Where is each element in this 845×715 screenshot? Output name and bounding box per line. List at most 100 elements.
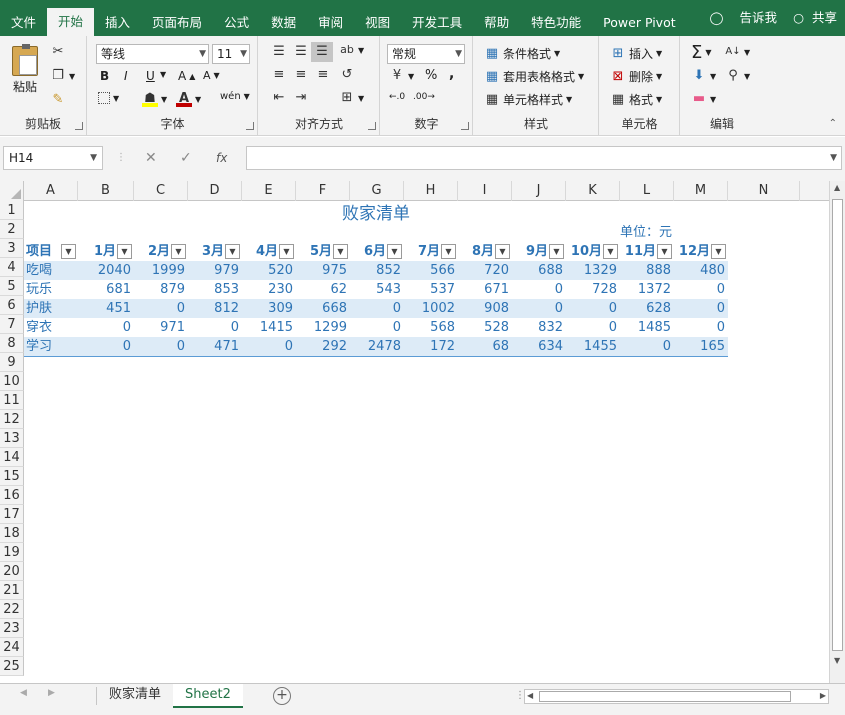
tab-formulas[interactable]: 公式 [213, 0, 260, 36]
table-cell[interactable]: 0 [78, 337, 134, 356]
filter-dropdown-icon[interactable]: ▼ [441, 244, 456, 259]
italic-button[interactable]: I [124, 69, 128, 83]
paste-button[interactable]: 粘贴 [8, 44, 42, 95]
table-cell[interactable]: 2040 [78, 261, 134, 280]
clipboard-launcher[interactable] [75, 122, 83, 130]
row-header[interactable]: 8 [0, 334, 24, 353]
align-center-button[interactable]: ≡ [293, 67, 309, 83]
fill-color-button[interactable]: ☗ ▼ [142, 91, 167, 107]
tell-me-box[interactable]: 告诉我 [732, 0, 786, 41]
column-header[interactable]: D [188, 181, 242, 201]
table-cell[interactable]: 0 [134, 299, 188, 318]
font-launcher[interactable] [246, 122, 254, 130]
align-middle-button[interactable]: ☰ [293, 44, 309, 60]
table-cell[interactable]: 68 [458, 337, 512, 356]
filter-dropdown-icon[interactable]: ▼ [711, 244, 726, 259]
worksheet-grid[interactable]: ABCDEFGHIJKLMN 1 2 3 4 5 6 7 8 9 10 11 12 13 14 15 16 17… [0, 181, 845, 683]
column-header[interactable]: F [296, 181, 350, 201]
tab-help[interactable]: 帮助 [473, 0, 520, 36]
table-cell[interactable]: 吃喝 [26, 261, 80, 280]
filter-dropdown-icon[interactable]: ▼ [657, 244, 672, 259]
format-as-table-button[interactable]: ▦ 套用表格格式 ▼ [484, 68, 584, 85]
table-cell[interactable]: 852 [350, 261, 404, 280]
column-header[interactable]: B [78, 181, 134, 201]
table-cell[interactable]: 671 [458, 280, 512, 299]
font-color-button[interactable]: A ▼ [176, 91, 201, 107]
align-right-button[interactable]: ≡ [315, 67, 331, 83]
row-header[interactable]: 20 [0, 562, 24, 581]
align-top-button[interactable]: ☰ [271, 44, 287, 60]
filter-dropdown-icon[interactable]: ▼ [387, 244, 402, 259]
clear-button[interactable]: ▬ ▼ [691, 91, 716, 107]
table-cell[interactable]: 528 [458, 318, 512, 337]
table-cell[interactable]: 0 [674, 318, 728, 337]
comma-button[interactable]: , [449, 66, 454, 82]
font-name-combo[interactable]: 等线 ▼ [96, 44, 209, 64]
table-cell[interactable]: 1485 [620, 318, 674, 337]
table-header-cell[interactable]: 4月 [242, 242, 278, 261]
vertical-scrollbar[interactable]: ▲ ▼ [829, 181, 845, 683]
table-cell[interactable]: 2478 [350, 337, 404, 356]
filter-dropdown-icon[interactable]: ▼ [117, 244, 132, 259]
table-header-cell[interactable]: 项目 [26, 242, 62, 261]
cut-button[interactable]: ✂ [50, 44, 66, 60]
table-cell[interactable]: 玩乐 [26, 280, 80, 299]
sheet-tab-sheet2[interactable]: Sheet2 [173, 684, 243, 708]
table-cell[interactable]: 853 [188, 280, 242, 299]
filter-dropdown-icon[interactable]: ▼ [279, 244, 294, 259]
column-header[interactable]: I [458, 181, 512, 201]
grow-font-button[interactable]: A ▲ [178, 69, 195, 83]
row-header[interactable]: 3 [0, 239, 24, 258]
cancel-icon[interactable]: ✕ [145, 146, 157, 170]
row-header[interactable]: 17 [0, 505, 24, 524]
table-cell[interactable]: 720 [458, 261, 512, 280]
row-header[interactable]: 21 [0, 581, 24, 600]
table-cell[interactable]: 1455 [566, 337, 620, 356]
table-cell[interactable]: 230 [242, 280, 296, 299]
table-cell[interactable]: 568 [404, 318, 458, 337]
align-bottom-button[interactable]: ☰ [311, 42, 333, 62]
table-cell[interactable]: 0 [512, 299, 566, 318]
underline-button[interactable]: U [146, 69, 155, 83]
horizontal-scroll-thumb[interactable] [539, 691, 791, 702]
font-size-combo[interactable]: 11 ▼ [212, 44, 250, 64]
row-header[interactable]: 22 [0, 600, 24, 619]
row-header[interactable]: 19 [0, 543, 24, 562]
underline-dropdown[interactable]: ▼ [160, 70, 166, 79]
horizontal-scrollbar[interactable]: ◀ ▶ [524, 689, 829, 704]
column-header[interactable]: L [620, 181, 674, 201]
table-header-cell[interactable]: 8月 [458, 242, 494, 261]
row-header[interactable]: 24 [0, 638, 24, 657]
table-cell[interactable]: 0 [566, 318, 620, 337]
row-header[interactable]: 6 [0, 296, 24, 315]
tab-home[interactable]: 开始 [47, 8, 95, 36]
filter-dropdown-icon[interactable]: ▼ [495, 244, 510, 259]
table-cell[interactable]: 451 [78, 299, 134, 318]
merge-center-button[interactable]: ⊞ ▼ [339, 90, 365, 106]
table-cell[interactable]: 0 [566, 299, 620, 318]
row-header[interactable]: 10 [0, 372, 24, 391]
column-header[interactable]: A [24, 181, 78, 201]
table-cell[interactable]: 0 [78, 318, 134, 337]
table-cell[interactable]: 879 [134, 280, 188, 299]
enter-icon[interactable]: ✓ [180, 146, 192, 170]
column-header[interactable]: N [728, 181, 800, 201]
cell-styles-button[interactable]: ▦ 单元格样式 ▼ [484, 91, 572, 108]
column-header[interactable]: G [350, 181, 404, 201]
table-header-cell[interactable]: 7月 [404, 242, 440, 261]
tab-view[interactable]: 视图 [354, 0, 401, 36]
table-header-cell[interactable]: 2月 [134, 242, 170, 261]
table-cell[interactable]: 537 [404, 280, 458, 299]
row-header[interactable]: 11 [0, 391, 24, 410]
filter-dropdown-icon[interactable]: ▼ [225, 244, 240, 259]
table-cell[interactable]: 165 [674, 337, 728, 356]
table-cell[interactable]: 728 [566, 280, 620, 299]
filter-dropdown-icon[interactable]: ▼ [171, 244, 186, 259]
phonetic-button[interactable]: wén ▼ [220, 91, 250, 102]
next-sheet-icon[interactable]: ▶ [48, 688, 55, 698]
row-header[interactable]: 9 [0, 353, 24, 372]
table-cell[interactable]: 1372 [620, 280, 674, 299]
shrink-font-button[interactable]: A ▼ [203, 69, 220, 82]
table-header-cell[interactable]: 12月 [674, 242, 710, 261]
table-cell[interactable]: 1329 [566, 261, 620, 280]
